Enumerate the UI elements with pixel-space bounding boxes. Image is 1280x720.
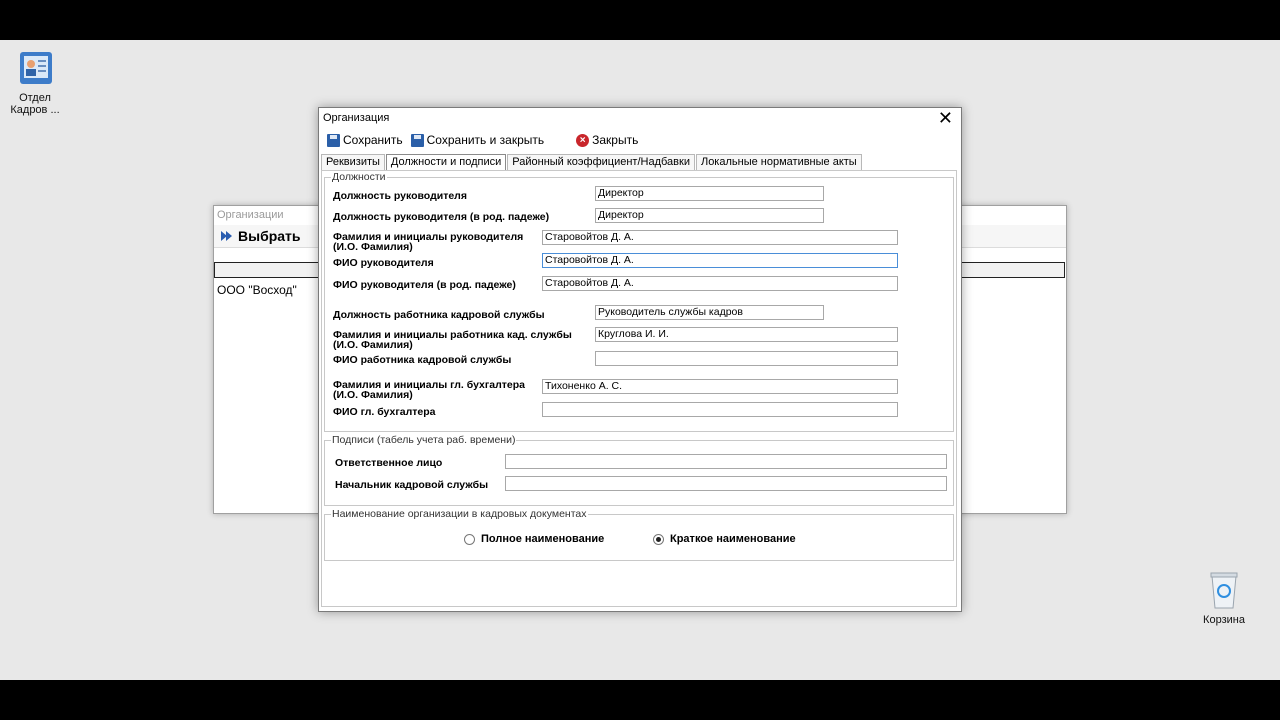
desktop: Отдел Кадров ... Корзина Организации Выб…: [0, 40, 1280, 680]
hr-app-icon: [20, 52, 52, 84]
accountant-fio-label: ФИО гл. бухгалтера: [333, 406, 436, 418]
tab-local-acts[interactable]: Локальные нормативные акты: [695, 154, 862, 170]
select-button-label: Выбрать: [238, 228, 301, 244]
naming-legend: Наименование организации в кадровых доку…: [331, 508, 588, 520]
recycle-bin-icon: [1210, 572, 1238, 609]
responsible-label: Ответственное лицо: [335, 457, 443, 469]
hr-fio-label: ФИО работника кадровой службы: [333, 354, 512, 366]
select-button[interactable]: Выбрать: [220, 228, 301, 244]
floppy-icon: [410, 133, 424, 147]
head-position-gen-field[interactable]: Директор: [595, 208, 824, 223]
dialog-toolbar: Сохранить Сохранить и закрыть × Закрыть: [319, 129, 959, 151]
short-name-radio-label: Краткое наименование: [670, 533, 796, 545]
head-fio-label: ФИО руководителя: [333, 257, 434, 269]
positions-group: Должности Должность руководителя Директо…: [324, 171, 954, 432]
hr-fio-field[interactable]: [595, 351, 898, 366]
hr-head-field[interactable]: [505, 476, 947, 491]
signatures-legend: Подписи (табель учета раб. времени): [331, 434, 517, 446]
radio-on-icon: [653, 533, 664, 545]
organization-dialog: Организация ✕ Сохранить Сохранить и закр…: [318, 107, 962, 612]
close-button-label: Закрыть: [592, 133, 639, 147]
accountant-initials-field[interactable]: Тихоненко А. С.: [542, 379, 898, 394]
head-fio-gen-label: ФИО руководителя (в род. падеже): [333, 279, 516, 291]
hr-position-field[interactable]: Руководитель службы кадров: [595, 305, 824, 320]
head-fio-gen-field[interactable]: Старовойтов Д. А.: [542, 276, 898, 291]
head-initials-field[interactable]: Старовойтов Д. А.: [542, 230, 898, 245]
save-button[interactable]: Сохранить: [327, 133, 403, 147]
tab-panel: Должности Должность руководителя Директо…: [321, 170, 957, 607]
dialog-tabs: Реквизиты Должности и подписи Районный к…: [321, 154, 863, 170]
hr-position-label: Должность работника кадровой службы: [333, 309, 545, 321]
close-icon[interactable]: ✕: [938, 109, 953, 127]
tab-requisites[interactable]: Реквизиты: [321, 154, 385, 170]
accountant-fio-field[interactable]: [542, 402, 898, 417]
positions-legend: Должности: [331, 171, 387, 183]
head-initials-label: Фамилия и инициалы руководителя (И.О. Фа…: [333, 231, 524, 253]
table-row[interactable]: ООО "Восход": [215, 282, 297, 298]
responsible-field[interactable]: [505, 454, 947, 469]
double-arrow-icon: [221, 231, 232, 241]
signatures-group: Подписи (табель учета раб. времени) Отве…: [324, 434, 954, 506]
hr-head-label: Начальник кадровой службы: [335, 479, 489, 491]
save-close-button-label: Сохранить и закрыть: [426, 133, 545, 147]
dialog-titlebar: Организация ✕: [319, 108, 961, 128]
naming-group: Наименование организации в кадровых доку…: [324, 508, 954, 561]
desktop-icon-hr-label: Отдел Кадров ...: [10, 92, 60, 116]
head-fio-field[interactable]: Старовойтов Д. А.: [542, 253, 898, 268]
head-position-field[interactable]: Директор: [595, 186, 824, 201]
full-name-radio-label: Полное наименование: [481, 533, 605, 545]
floppy-icon: [327, 133, 340, 147]
close-button[interactable]: × Закрыть: [576, 133, 638, 147]
hr-initials-field[interactable]: Круглова И. И.: [595, 327, 898, 342]
save-button-label: Сохранить: [343, 133, 403, 147]
save-close-button[interactable]: Сохранить и закрыть: [410, 133, 545, 147]
desktop-icon-hr[interactable]: Отдел Кадров ...: [8, 48, 62, 116]
head-position-label: Должность руководителя: [333, 190, 467, 202]
tab-regional-coefficient[interactable]: Районный коэффициент/Надбавки: [507, 154, 695, 170]
tab-positions-signatures[interactable]: Должности и подписи: [385, 154, 507, 170]
desktop-icon-trash[interactable]: Корзина: [1198, 570, 1250, 626]
head-position-gen-label: Должность руководителя (в род. падеже): [333, 211, 550, 223]
hr-initials-label: Фамилия и инициалы работника кад. службы…: [333, 329, 572, 351]
short-name-radio[interactable]: Краткое наименование: [653, 533, 796, 545]
radio-off-icon: [464, 533, 475, 545]
accountant-initials-label: Фамилия и инициалы гл. бухгалтера (И.О. …: [333, 379, 526, 401]
close-circle-icon: ×: [576, 133, 590, 147]
dialog-title: Организация: [323, 112, 390, 124]
desktop-icon-trash-label: Корзина: [1203, 614, 1245, 626]
full-name-radio[interactable]: Полное наименование: [464, 533, 604, 545]
